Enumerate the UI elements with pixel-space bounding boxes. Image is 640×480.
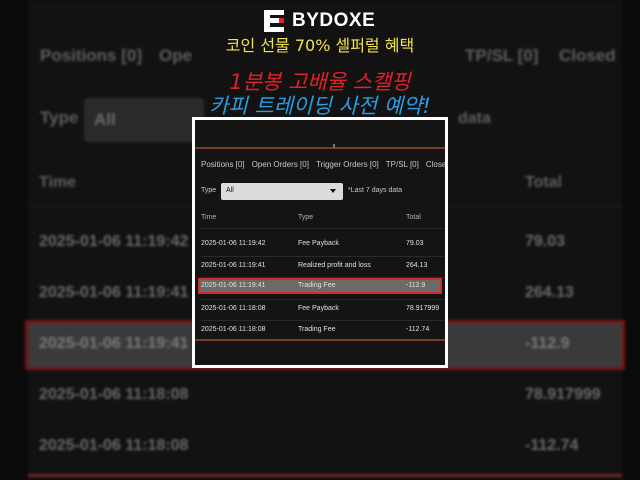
- col-type: Type: [298, 214, 314, 221]
- promo-line-1: 코인 선물 70% 셀퍼럴 혜택: [225, 36, 415, 55]
- brand-name: BYDOXE: [292, 10, 376, 31]
- row-divider: [201, 299, 445, 300]
- promo-line-3: 카피 트레이딩 사전 예약!: [209, 94, 431, 118]
- bydoxe-logo-icon: [264, 10, 284, 32]
- filter-row: Type All *Last 7 days data: [201, 183, 445, 200]
- bg-col-time: Time: [39, 174, 77, 191]
- row-divider: [201, 320, 445, 321]
- type-label: Type: [201, 187, 217, 194]
- tab-open-orders[interactable]: Open Orders [0]: [252, 160, 309, 169]
- bg-row: 2025-01-06 11:18:08 78.917999: [39, 386, 601, 403]
- col-total: Total: [406, 214, 421, 221]
- trading-history-screen: Positions [0] Open Orders [0] Trigger Or…: [195, 120, 445, 365]
- bg-col-total: Total: [525, 174, 563, 191]
- brand-logo: BYDOXE: [264, 8, 375, 34]
- filter-note: *Last 7 days data: [348, 187, 403, 194]
- tab-closed[interactable]: Closed: [426, 160, 445, 169]
- col-time: Time: [201, 214, 217, 221]
- phone-screenshot-frame: Positions [0] Open Orders [0] Trigger Or…: [192, 117, 448, 368]
- tab-positions[interactable]: Positions [0]: [201, 160, 245, 169]
- bg-row: 2025-01-06 11:18:08 -112.74: [39, 437, 579, 454]
- table-row: 2025-01-06 11:18:08 Trading Fee -112.74: [201, 326, 430, 333]
- row-divider: [201, 256, 445, 257]
- scroll-tick: [333, 144, 335, 148]
- type-select-value: All: [226, 187, 234, 194]
- top-divider: [195, 147, 445, 149]
- bg-bottom-line: [28, 474, 622, 477]
- type-select[interactable]: All: [221, 183, 343, 200]
- table-row-highlighted: 2025-01-06 11:19:41 Trading Fee -112.9: [198, 278, 442, 294]
- table-row: 2025-01-06 11:19:42 Fee Payback 79.03: [201, 240, 424, 247]
- table-row: 2025-01-06 11:19:41 Realized profit and l…: [201, 262, 428, 269]
- table-row: 2025-01-06 11:18:08 Fee Payback 78.917999: [201, 305, 440, 312]
- order-tabs: Positions [0] Open Orders [0] Trigger Or…: [201, 160, 445, 169]
- tab-tpsl[interactable]: TP/SL [0]: [386, 160, 419, 169]
- chevron-down-icon: [330, 189, 336, 193]
- header-divider: [201, 228, 445, 229]
- tab-trigger-orders[interactable]: Trigger Orders [0]: [316, 160, 379, 169]
- bottom-divider: [195, 339, 445, 341]
